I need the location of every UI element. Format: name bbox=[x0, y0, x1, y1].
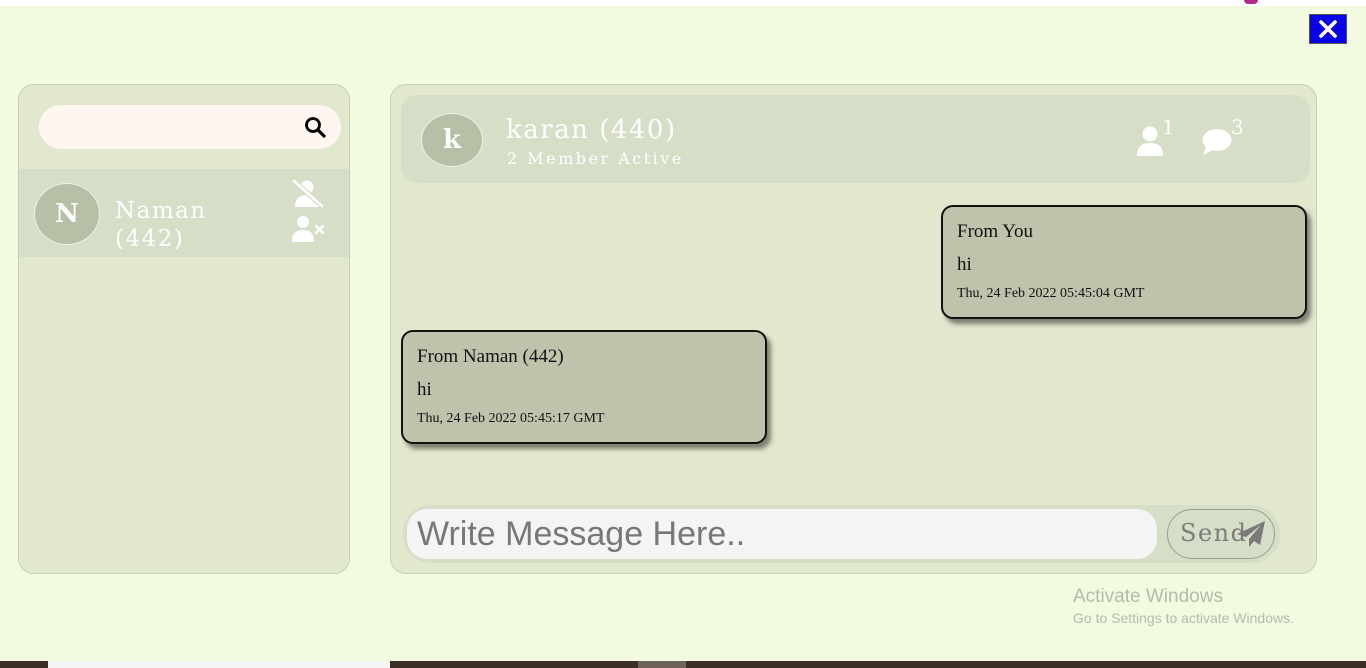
top-edge-mark bbox=[1244, 0, 1258, 4]
user-slash-icon[interactable] bbox=[291, 179, 325, 209]
chat-panel: k karan (440) 2 Member Active 1 3 From Y… bbox=[390, 84, 1317, 574]
top-edge bbox=[0, 0, 1366, 6]
comment-icon bbox=[1202, 129, 1232, 155]
chat-title: karan (440) bbox=[506, 115, 677, 145]
watermark-title: Activate Windows bbox=[1073, 586, 1223, 607]
message-outgoing: From You hi Thu, 24 Feb 2022 05:45:04 GM… bbox=[941, 205, 1307, 319]
taskbar-edge bbox=[0, 661, 1366, 668]
chat-header: k karan (440) 2 Member Active 1 3 bbox=[401, 95, 1310, 183]
user-icon bbox=[1137, 126, 1163, 156]
search-input[interactable] bbox=[55, 105, 299, 151]
user-remove-icon[interactable] bbox=[291, 215, 325, 245]
contacts-panel: N Naman (442) bbox=[18, 84, 350, 574]
message-timestamp: Thu, 24 Feb 2022 05:45:04 GMT bbox=[957, 286, 1145, 301]
close-button[interactable] bbox=[1309, 14, 1347, 44]
members-stat[interactable]: 1 bbox=[1136, 115, 1176, 159]
message-text: hi bbox=[417, 379, 432, 400]
contact-item[interactable]: N Naman (442) bbox=[19, 169, 349, 257]
search-box bbox=[39, 105, 341, 151]
contact-actions bbox=[291, 179, 327, 249]
close-icon bbox=[1319, 20, 1337, 38]
members-count: 1 bbox=[1162, 115, 1175, 139]
windows-activation-watermark: Activate Windows Go to Settings to activ… bbox=[1073, 586, 1294, 626]
contact-name: Naman (442) bbox=[115, 197, 285, 253]
message-sender: From Naman (442) bbox=[417, 346, 564, 367]
message-composer: Send bbox=[403, 505, 1280, 563]
messages-count: 3 bbox=[1231, 115, 1244, 139]
contact-name-label: Naman bbox=[115, 198, 207, 224]
message-timestamp: Thu, 24 Feb 2022 05:45:17 GMT bbox=[417, 411, 605, 426]
taskbar-segment bbox=[638, 661, 686, 668]
chat-avatar: k bbox=[421, 113, 483, 167]
contact-avatar: N bbox=[34, 183, 100, 245]
message-text: hi bbox=[957, 254, 972, 275]
messages-stat[interactable]: 3 bbox=[1201, 115, 1251, 159]
search-icon[interactable] bbox=[303, 115, 327, 139]
contact-id-label: (442) bbox=[115, 226, 185, 252]
message-sender: From You bbox=[957, 221, 1034, 242]
chat-subtitle: 2 Member Active bbox=[507, 149, 684, 168]
paper-plane-icon bbox=[1237, 521, 1265, 547]
taskbar-segment bbox=[48, 661, 390, 668]
send-button[interactable]: Send bbox=[1167, 509, 1275, 559]
watermark-subtitle: Go to Settings to activate Windows. bbox=[1073, 610, 1294, 626]
message-input[interactable] bbox=[407, 509, 1157, 559]
message-incoming: From Naman (442) hi Thu, 24 Feb 2022 05:… bbox=[401, 330, 767, 444]
